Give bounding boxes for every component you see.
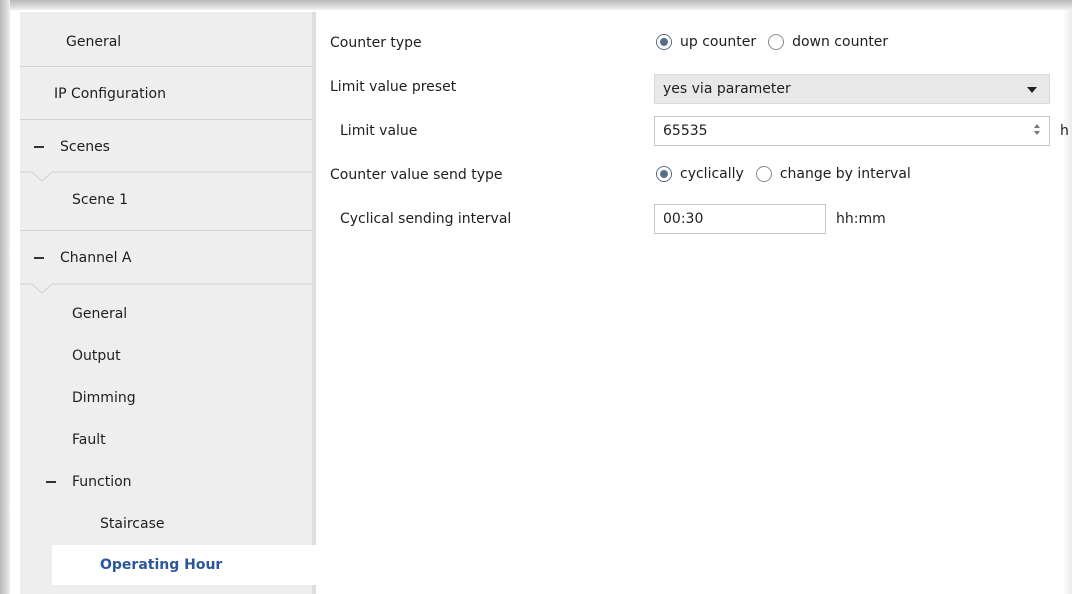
sidebar-item-label: IP Configuration [54,86,166,102]
radio-label: cyclically [680,166,744,182]
limit-preset-select[interactable]: yes via parameter [654,74,1050,104]
sidebar-item-scene-1[interactable]: Scene 1 [20,176,312,224]
sidebar-item-label: Dimming [72,390,136,406]
sidebar-item-dimming[interactable]: Dimming [20,380,312,416]
radio-label: change by interval [779,166,911,182]
window-frame-right [1064,10,1072,594]
counter-type-label: Counter type [330,35,422,51]
divider [20,119,312,120]
sidebar-item-label: Scene 1 [72,192,129,208]
limit-value-label: Limit value [340,123,418,139]
radio-button-selected[interactable] [656,166,672,182]
collapse-icon[interactable] [34,146,44,148]
send-type-radio-group: cyclically change by interval [656,166,923,182]
dropdown-arrow-icon[interactable] [1027,87,1037,93]
sidebar-item-label: General [72,306,128,322]
sidebar-item-staircase[interactable]: Staircase [20,506,312,542]
divider [20,66,312,67]
sidebar-item-label: Function [72,474,132,490]
radio-label: up counter [680,34,757,50]
sidebar-item-general[interactable]: General [20,18,312,66]
sidebar-item-label: Staircase [100,516,165,532]
spin-up-icon[interactable] [1034,124,1040,128]
sidebar-item-operating-hour[interactable]: Operating Hour [52,545,316,585]
interval-input[interactable]: 00:30 [654,204,826,234]
sidebar-item-function[interactable]: Function [20,464,312,500]
radio-label: down counter [792,34,889,50]
interval-unit: hh:mm [836,211,886,227]
sidebar-item-label: General [66,34,122,50]
radio-change-by-interval[interactable]: change by interval [755,166,911,182]
input-value: 00:30 [663,211,704,227]
sidebar-item-scenes[interactable]: Scenes [20,123,312,171]
sidebar-item-ip-configuration[interactable]: IP Configuration [20,70,312,118]
radio-down-counter[interactable]: down counter [768,34,888,50]
interval-label: Cyclical sending interval [340,211,512,227]
window-frame-left [0,0,10,594]
radio-cyclically[interactable]: cyclically [656,166,744,182]
sidebar: General IP Configuration Scenes Scene 1 … [20,12,316,594]
radio-button[interactable] [755,166,772,182]
select-value: yes via parameter [663,81,791,97]
spinner-icon[interactable] [1033,123,1041,139]
sidebar-item-output[interactable]: Output [20,338,312,374]
collapse-icon[interactable] [34,257,44,259]
radio-button-selected[interactable] [656,34,672,50]
sidebar-item-label: Operating Hour [100,557,223,573]
parameter-panel: Counter type up counter down counter Lim… [316,12,1069,594]
limit-value-unit: h [1060,123,1069,139]
limit-preset-label: Limit value preset [330,79,457,95]
sidebar-item-label: Output [72,348,121,364]
radio-up-counter[interactable]: up counter [656,34,756,50]
collapse-icon[interactable] [46,481,56,483]
input-value: 65535 [663,123,708,139]
radio-button[interactable] [768,34,785,50]
sidebar-item-label: Scenes [60,139,110,155]
spin-down-icon[interactable] [1034,131,1040,135]
notch-divider [20,283,312,294]
sidebar-item-channel-general[interactable]: General [20,296,312,332]
sidebar-item-label: Channel A [60,250,132,266]
counter-type-radio-group: up counter down counter [656,34,900,50]
divider [20,230,312,231]
limit-value-input[interactable]: 65535 [654,116,1050,146]
sidebar-item-label: Fault [72,432,106,448]
send-type-label: Counter value send type [330,167,503,183]
window-frame-top [0,0,1072,10]
sidebar-item-channel-a[interactable]: Channel A [20,234,312,282]
sidebar-item-fault[interactable]: Fault [20,422,312,458]
